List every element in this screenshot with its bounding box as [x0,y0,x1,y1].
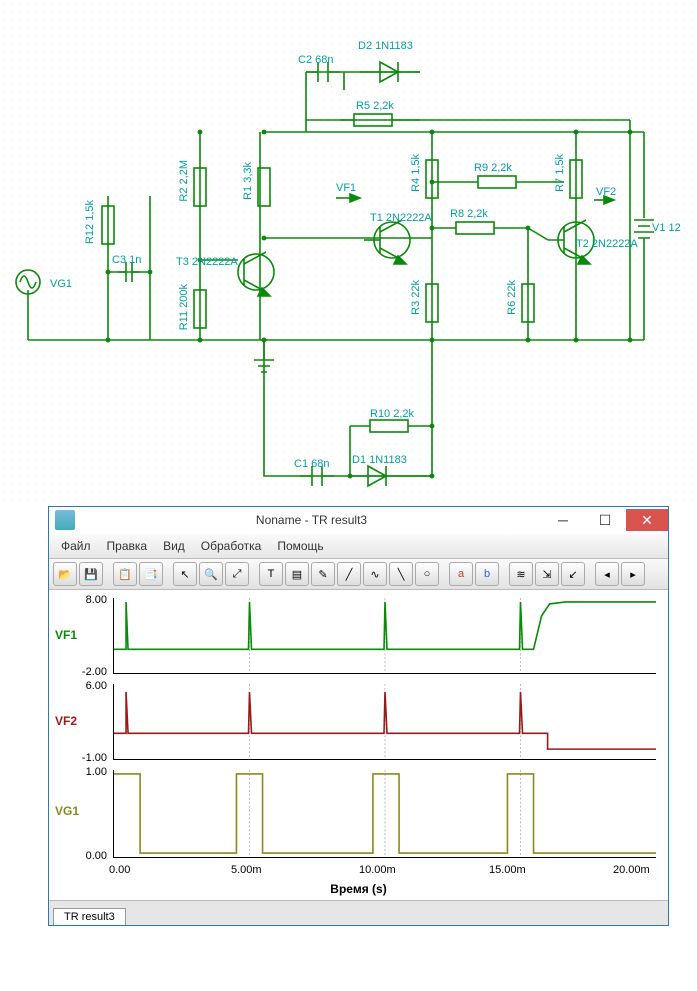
maximize-button[interactable]: ☐ [584,509,626,531]
save-icon[interactable]: 💾 [79,562,103,586]
tabstrip: TR result3 [49,900,668,925]
vf1-ymax: 8.00 [55,594,107,606]
line-tool-icon[interactable]: ╱ [337,562,361,586]
minimize-button[interactable]: ─ [542,509,584,531]
ellipse-tool-icon[interactable]: ○ [415,562,439,586]
titlebar[interactable]: Noname - TR result3 ─ ☐ ✕ [49,507,668,533]
x-axis: 0.00 5.00m 10.00m 15.00m 20.00m Время (s… [53,864,664,900]
xtick-2: 10.00m [359,864,396,876]
menubar: Файл Правка Вид Обработка Помощь [49,533,668,559]
vf2-name: VF2 [55,714,77,728]
next-icon[interactable]: ▸ [621,562,645,586]
xtick-4: 20.00m [613,864,650,876]
plot-vf2[interactable]: 6.00 VF2 -1.00 [53,680,664,764]
app-icon [55,510,75,530]
tab-tr-result3[interactable]: TR result3 [53,908,126,925]
xtick-0: 0.00 [109,864,130,876]
vf2-ymin: -1.00 [55,752,107,764]
vg1-name: VG1 [55,804,79,818]
window-title: Noname - TR result3 [81,513,542,527]
x-axis-title: Время (s) [330,882,386,896]
zoom-icon[interactable]: 🔍 [199,562,223,586]
plot-vg1[interactable]: 1.00 VG1 0.00 [53,766,664,862]
copy-plus-icon[interactable]: 📑 [139,562,163,586]
text-tool-icon[interactable]: T [259,562,283,586]
prev-icon[interactable]: ◂ [595,562,619,586]
ruler-icon[interactable]: ↙ [561,562,585,586]
schematic-canvas: VG1 R12 1,5k C3 1n R2 2,2M R11 200k T3 2… [0,0,697,506]
close-button[interactable]: ✕ [626,509,668,531]
plot-area[interactable]: 8.00 VF1 -2.00 6.00 VF2 -1.00 1.00 VG1 0… [49,590,668,900]
merge-icon[interactable]: ≋ [509,562,533,586]
pointer-icon[interactable]: ↖ [173,562,197,586]
menu-edit[interactable]: Правка [101,539,154,553]
copy-icon[interactable]: 📋 [113,562,137,586]
plot-vf1[interactable]: 8.00 VF1 -2.00 [53,594,664,678]
legend-icon[interactable]: ▤ [285,562,309,586]
menu-view[interactable]: Вид [157,539,191,553]
xtick-1: 5.00m [231,864,262,876]
menu-process[interactable]: Обработка [195,539,268,553]
menu-help[interactable]: Помощь [271,539,329,553]
cursor-a-icon[interactable]: a [449,562,473,586]
toolbar: 📂 💾 📋 📑 ↖ 🔍 ⤢ T ▤ ✎ ╱ ∿ ╲ ○ a b ≋ ⇲ ↙ ◂ … [49,559,668,590]
vf2-ymax: 6.00 [55,680,107,692]
vf1-ymin: -2.00 [55,666,107,678]
open-icon[interactable]: 📂 [53,562,77,586]
vf1-name: VF1 [55,628,77,642]
result-window: Noname - TR result3 ─ ☐ ✕ Файл Правка Ви… [48,506,669,926]
xtick-3: 15.00m [489,864,526,876]
vg1-ymax: 1.00 [55,766,107,778]
cursor-tool-icon[interactable]: ✎ [311,562,335,586]
vg1-ymin: 0.00 [55,850,107,862]
menu-file[interactable]: Файл [55,539,97,553]
cursor-b-icon[interactable]: b [475,562,499,586]
line2-tool-icon[interactable]: ╲ [389,562,413,586]
wave-tool-icon[interactable]: ∿ [363,562,387,586]
split-icon[interactable]: ⇲ [535,562,559,586]
zoom-fit-icon[interactable]: ⤢ [225,562,249,586]
